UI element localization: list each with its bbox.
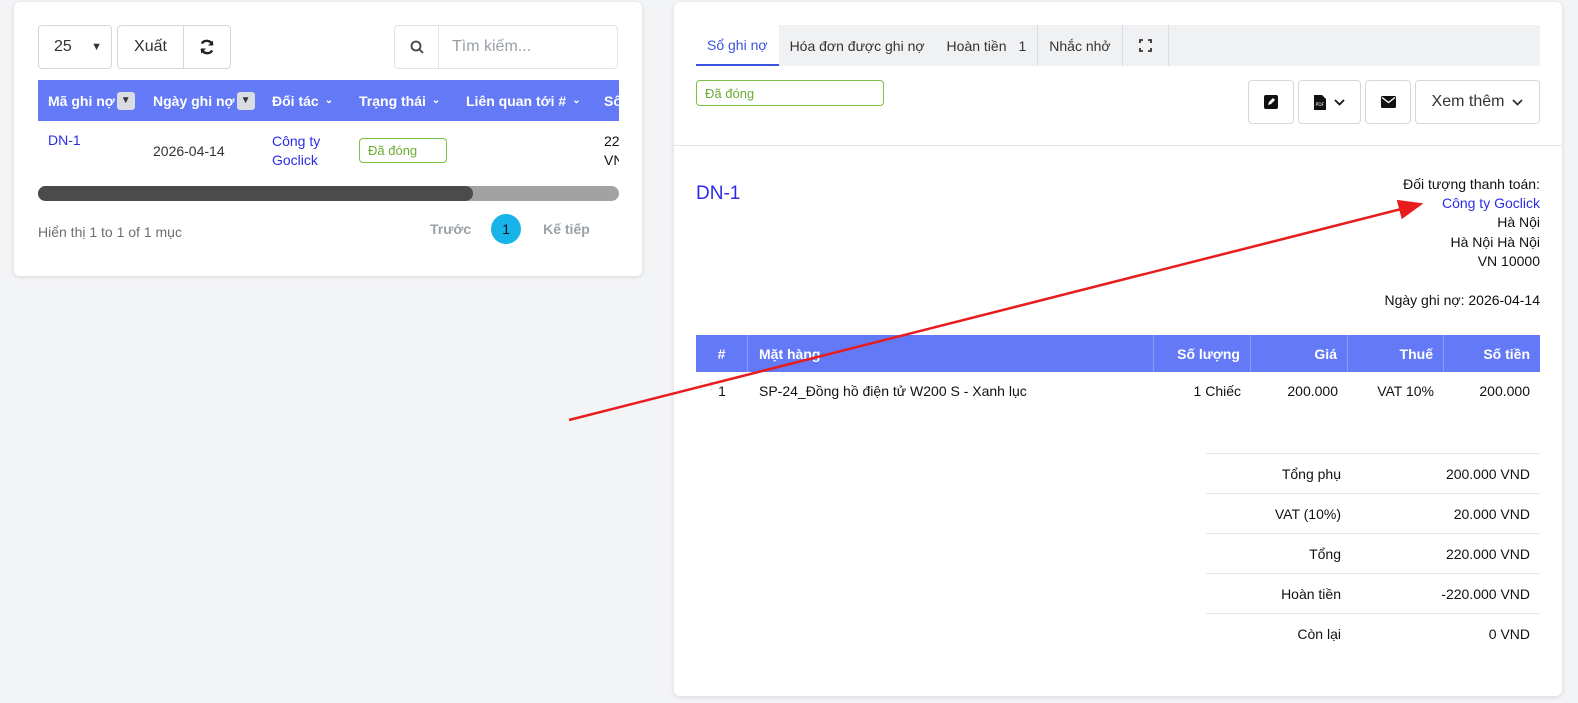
cell-code: DN-1	[38, 121, 143, 187]
items-table-header: # Mặt hàng Số lượng Giá Thuế Số tiền	[696, 335, 1540, 372]
column-header-amount[interactable]: Số	[594, 93, 619, 109]
document-number: DN-1	[696, 183, 741, 204]
total-row-vat: VAT (10%) 20.000 VND	[1206, 493, 1540, 533]
total-row-total: Tổng 220.000 VND	[1206, 533, 1540, 573]
table-row: ⋮⋮ 1 SP-24_Đồng hồ điện tử W200 S - Xanh…	[696, 372, 1540, 409]
status-badge: Đã đóng	[359, 138, 447, 163]
column-header-price: Giá	[1251, 335, 1348, 372]
svg-text:PDF: PDF	[1316, 102, 1325, 108]
cell-related	[456, 121, 594, 187]
search-icon[interactable]	[395, 26, 439, 68]
cell-partner: Công ty Goclick	[262, 121, 349, 187]
column-header-amount: Số tiền	[1483, 345, 1530, 362]
sort-icon[interactable]: ▼	[236, 91, 255, 110]
debit-note-list-panel: 25 ▼ Xuất Mã ghi nợ▼ Ngày ghi nợ▼ Đối tá…	[14, 2, 642, 276]
column-header-status[interactable]: Trạng thái ⌄	[349, 93, 456, 109]
chevron-down-icon: ⌄	[431, 95, 441, 106]
cell-amount: 22 VN	[604, 133, 619, 168]
refund-count-badge: 1	[1018, 37, 1027, 54]
page-number-button[interactable]: 1	[491, 214, 522, 244]
chevron-down-icon: ⌄	[572, 95, 581, 106]
chevron-down-icon: ⌄	[324, 95, 334, 106]
total-row-refund: Hoàn tiền -220.000 VND	[1206, 573, 1540, 613]
chevron-down-icon	[1512, 98, 1524, 106]
cell-status: Đã đóng	[349, 121, 456, 187]
debit-date: Ngày ghi nợ: 2026-04-14	[1384, 292, 1540, 308]
list-toolbar: 25 ▼ Xuất	[38, 25, 618, 69]
totals-table: Tổng phụ 200.000 VND VAT (10%) 20.000 VND …	[1206, 453, 1540, 653]
export-button-group: Xuất	[117, 25, 231, 69]
refresh-icon	[200, 39, 214, 55]
refresh-button[interactable]	[184, 26, 230, 68]
table-row: DN-1 2026-04-14 Công ty Goclick Đã đóng 2…	[38, 121, 619, 187]
more-actions-button[interactable]: Xem thêm	[1415, 80, 1540, 124]
debit-note-detail-panel: Sổ ghi nợ Hóa đơn được ghi nợ Hoàn tiền 1…	[674, 2, 1562, 696]
debit-note-link[interactable]: DN-1	[48, 132, 81, 148]
cell-date: 2026-04-14	[153, 143, 225, 159]
column-header-code[interactable]: Mã ghi nợ ▼	[38, 91, 143, 110]
envelope-icon	[1380, 96, 1396, 108]
edit-icon	[1264, 95, 1278, 109]
column-header-tax: Thuế	[1348, 335, 1444, 372]
edit-button[interactable]	[1248, 80, 1294, 124]
item-price: 200.000	[1287, 382, 1338, 399]
pagination: Trước 1 Kế tiếp	[430, 214, 590, 244]
bill-to-block: Đối tượng thanh toán: Công ty Goclick Hà…	[1403, 175, 1540, 271]
section-divider	[674, 145, 1562, 146]
page-size-value: 25	[54, 38, 72, 55]
sort-icon[interactable]: ▼	[116, 91, 135, 110]
prev-page-button[interactable]: Trước	[430, 221, 471, 237]
bill-to-state: Hà Nội Hà Nội	[1450, 233, 1540, 250]
expand-icon	[1138, 39, 1152, 52]
partner-link[interactable]: Công ty Goclick	[272, 133, 320, 168]
detail-actions: PDF Xem thêm	[1248, 80, 1540, 124]
tab-debit-note[interactable]: Sổ ghi nợ	[696, 25, 779, 66]
item-tax: VAT 10%	[1377, 382, 1434, 399]
column-header-qty: Số lượng	[1154, 335, 1251, 372]
bill-to-city: Hà Nội	[1497, 214, 1540, 231]
pdf-icon: PDF	[1314, 94, 1326, 110]
item-num: 1	[718, 382, 726, 399]
pdf-dropdown-button[interactable]: PDF	[1298, 80, 1361, 124]
bill-to-zip: VN 10000	[1477, 252, 1540, 269]
debit-date-label: Ngày ghi nợ:	[1384, 292, 1465, 308]
table-header: Mã ghi nợ ▼ Ngày ghi nợ ▼ Đối tác ⌄ Trạng t…	[38, 80, 619, 121]
bill-to-label: Đối tượng thanh toán:	[1403, 176, 1540, 192]
bill-to-name-link[interactable]: Công ty Goclick	[1403, 194, 1540, 213]
debit-date-value: 2026-04-14	[1468, 292, 1540, 308]
status-badge: Đã đóng	[696, 80, 884, 106]
search-input[interactable]	[439, 26, 617, 68]
page-size-select[interactable]: 25 ▼	[38, 25, 112, 69]
item-amount: 200.000	[1479, 382, 1530, 399]
tab-refunds[interactable]: Hoàn tiền 1	[936, 25, 1039, 66]
export-button[interactable]: Xuất	[118, 26, 184, 68]
send-email-button[interactable]	[1365, 80, 1411, 124]
total-row-balance: Còn lại 0 VND	[1206, 613, 1540, 653]
tab-credited-invoices[interactable]: Hóa đơn được ghi nợ	[779, 25, 936, 66]
debit-note-table: Mã ghi nợ ▼ Ngày ghi nợ ▼ Đối tác ⌄ Trạng t…	[38, 80, 619, 200]
item-name: SP-24_Đồng hồ điện tử W200 S - Xanh lục	[759, 382, 1027, 399]
tab-reminders[interactable]: Nhắc nhở	[1038, 25, 1123, 66]
detail-tabs: Sổ ghi nợ Hóa đơn được ghi nợ Hoàn tiền 1…	[696, 25, 1540, 66]
item-qty: 1 Chiếc	[1193, 382, 1241, 399]
next-page-button[interactable]: Kế tiếp	[543, 221, 590, 237]
column-header-date[interactable]: Ngày ghi nợ ▼	[143, 91, 262, 110]
chevron-down-icon	[1334, 98, 1345, 106]
column-header-partner[interactable]: Đối tác ⌄	[262, 93, 349, 109]
column-header-related[interactable]: Liên quan tới # ⌄	[456, 93, 594, 109]
table-info: Hiển thị 1 to 1 of 1 mục	[38, 224, 182, 240]
fullscreen-toggle[interactable]	[1123, 25, 1169, 66]
total-row-subtotal: Tổng phụ 200.000 VND	[1206, 453, 1540, 493]
column-header-item: Mặt hàng	[748, 335, 1154, 372]
horizontal-scrollbar[interactable]	[38, 186, 619, 201]
column-header-num: #	[696, 335, 748, 372]
scrollbar-thumb[interactable]	[38, 186, 473, 201]
search-box	[394, 25, 618, 69]
chevron-down-icon: ▼	[91, 41, 102, 53]
